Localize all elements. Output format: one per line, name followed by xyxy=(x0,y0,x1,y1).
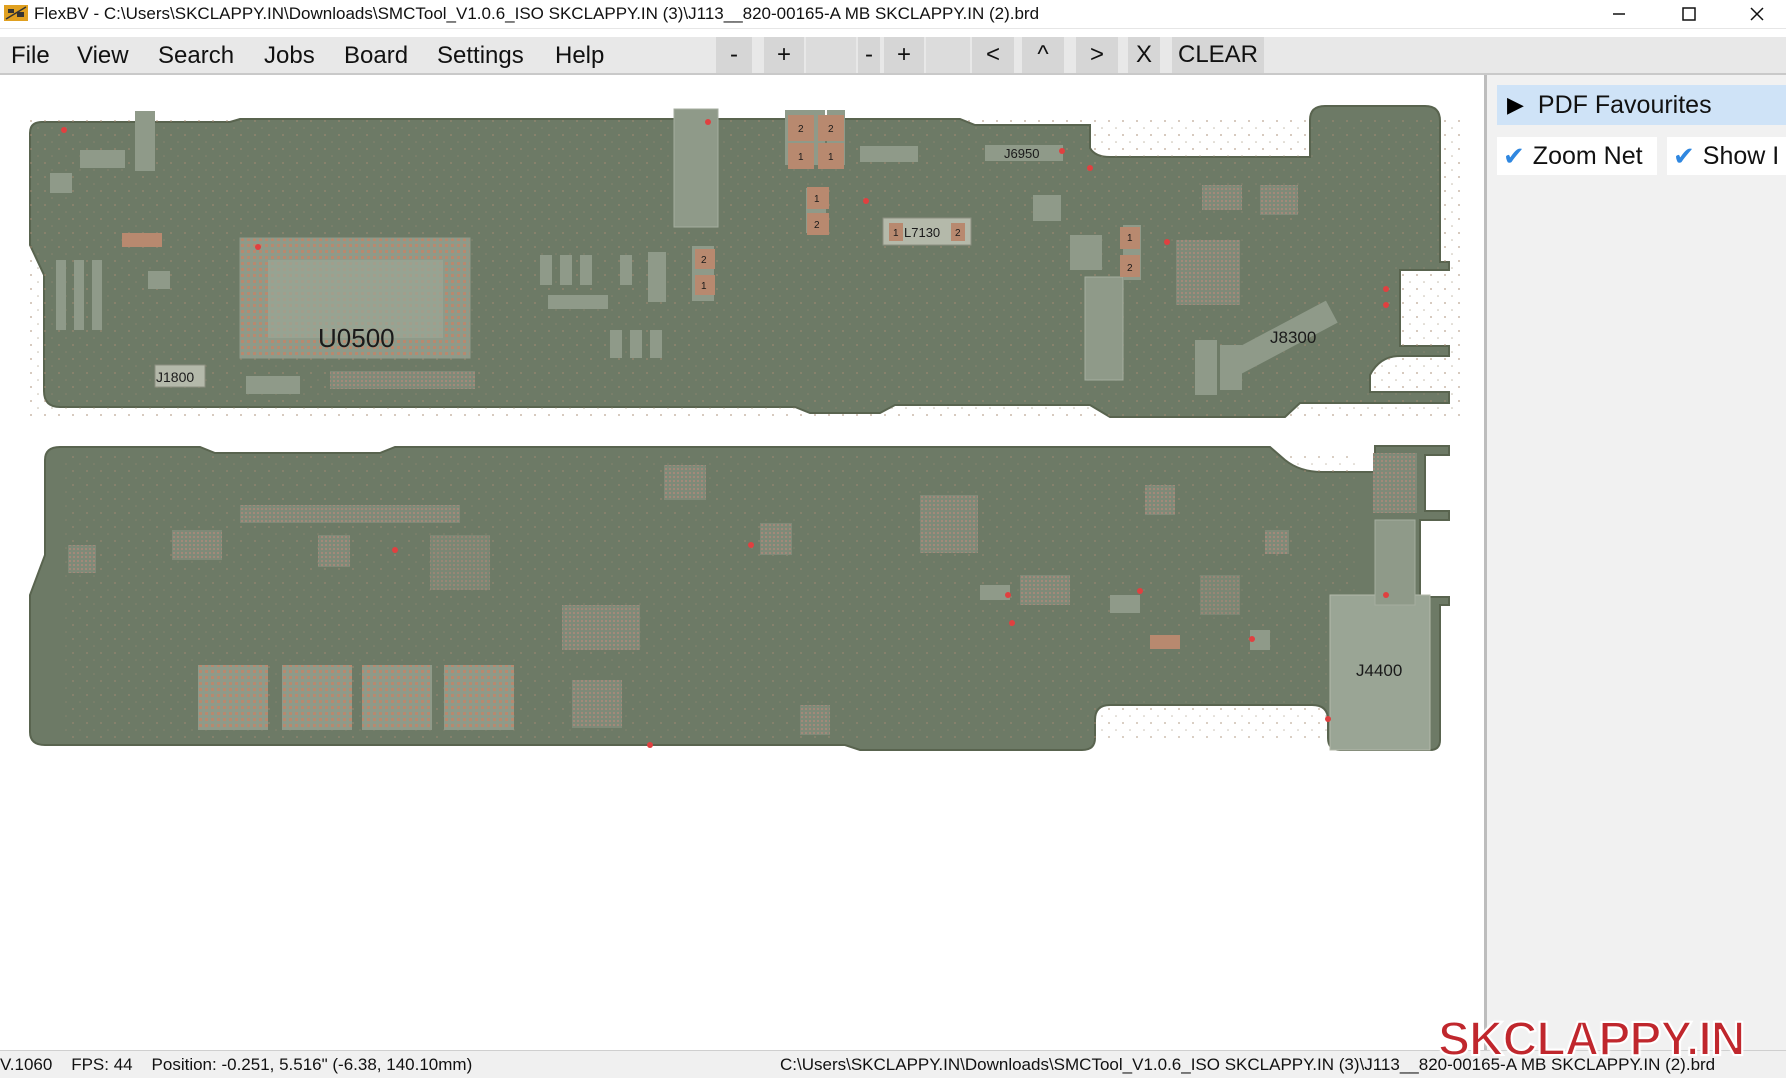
title-bar: FlexBV - C:\Users\SKCLAPPY.IN\Downloads\… xyxy=(0,0,1786,29)
expand-triangle-icon: ▶ xyxy=(1507,92,1524,117)
pad-number: 2 xyxy=(828,124,834,135)
label-j4400[interactable]: J4400 xyxy=(1356,661,1402,680)
window-title: FlexBV - C:\Users\SKCLAPPY.IN\Downloads\… xyxy=(34,4,1040,23)
label-l7130[interactable]: L7130 xyxy=(904,225,940,240)
menu-bar: File View Search Jobs Board Settings Hel… xyxy=(0,37,1786,75)
menu-jobs[interactable]: Jobs xyxy=(264,42,315,70)
label-j8300[interactable]: J8300 xyxy=(1270,328,1316,347)
flexbv-app-icon xyxy=(4,5,28,21)
zoom-net-label: Zoom Net xyxy=(1532,141,1643,170)
maximize-button[interactable] xyxy=(1660,0,1718,28)
status-position: V.1060 FPS: 44 Position: -0.251, 5.516" … xyxy=(0,1055,473,1074)
pad-number: 2 xyxy=(814,220,820,231)
pad-number: 1 xyxy=(828,152,834,163)
prev-button[interactable]: < xyxy=(972,37,1014,73)
pad-number: 2 xyxy=(798,124,804,135)
menu-settings[interactable]: Settings xyxy=(437,42,524,70)
step-spacer xyxy=(926,37,970,73)
zoom-out-button[interactable]: - xyxy=(716,37,752,73)
board-view[interactable]: U0500 J1800 L7130 J6950 J8300 J4400 2 2 … xyxy=(0,75,1484,1050)
watermark-logo: SKCLAPPY.IN xyxy=(1437,1012,1746,1067)
zoom-spacer xyxy=(806,37,856,73)
menu-file[interactable]: File xyxy=(11,42,50,70)
pad-number: 1 xyxy=(1127,233,1133,244)
show-label: Show I xyxy=(1702,141,1780,170)
close-window-button[interactable] xyxy=(1728,0,1786,28)
checkmark-icon: ✔ xyxy=(1503,140,1525,171)
pad-number: 1 xyxy=(893,228,899,239)
pad-number: 2 xyxy=(701,255,707,266)
step-up-button[interactable]: + xyxy=(884,37,924,73)
pdf-favourites-label: PDF Favourites xyxy=(1537,90,1712,119)
label-j1800[interactable]: J1800 xyxy=(156,369,194,385)
menu-view[interactable]: View xyxy=(77,42,129,70)
board-canvas[interactable]: U0500 J1800 L7130 J6950 J8300 J4400 2 2 … xyxy=(0,75,1484,1050)
pad-number: 1 xyxy=(701,281,707,292)
step-down-button[interactable]: - xyxy=(858,37,880,73)
menu-board[interactable]: Board xyxy=(344,42,408,70)
pad-number: 1 xyxy=(798,152,804,163)
label-u0500[interactable]: U0500 xyxy=(318,323,395,353)
menu-search[interactable]: Search xyxy=(158,42,234,70)
pdf-favourites-header[interactable]: ▶ PDF Favourites xyxy=(1497,85,1786,125)
close-icon xyxy=(1750,7,1764,21)
checkmark-icon: ✔ xyxy=(1673,140,1695,171)
up-button[interactable]: ^ xyxy=(1022,37,1064,73)
next-button[interactable]: > xyxy=(1076,37,1118,73)
minimize-icon xyxy=(1613,13,1625,15)
zoom-in-button[interactable]: + xyxy=(764,37,804,73)
menu-help[interactable]: Help xyxy=(555,42,604,70)
close-search-button[interactable]: X xyxy=(1128,37,1160,73)
minimize-button[interactable] xyxy=(1590,0,1648,28)
label-j6950[interactable]: J6950 xyxy=(1004,146,1039,161)
zoom-net-checkbox[interactable]: ✔ Zoom Net xyxy=(1497,137,1657,175)
side-panel: ▶ PDF Favourites ✔ Zoom Net ✔ Show I xyxy=(1484,75,1786,1050)
pad-number: 2 xyxy=(955,228,961,239)
maximize-icon xyxy=(1682,7,1696,21)
pad-number: 2 xyxy=(1127,263,1133,274)
show-checkbox[interactable]: ✔ Show I xyxy=(1667,137,1786,175)
clear-button[interactable]: CLEAR xyxy=(1172,37,1264,73)
pad-number: 1 xyxy=(814,194,820,205)
